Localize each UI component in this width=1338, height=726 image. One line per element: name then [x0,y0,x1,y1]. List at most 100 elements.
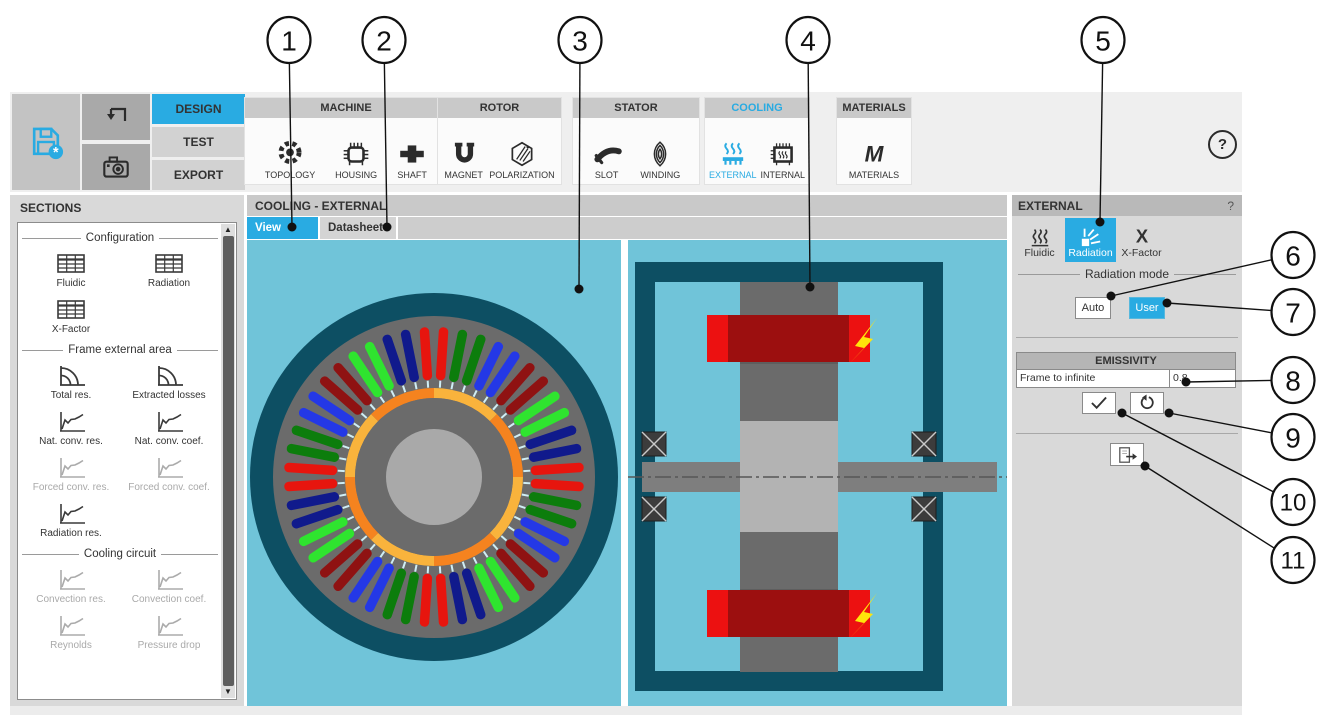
curve-icon [60,504,85,524]
toolbar-item-label: WINDING [640,170,681,180]
table-icon [57,300,85,319]
sections-item-label: Radiation res. [40,528,102,539]
svg-text:9: 9 [1285,423,1301,454]
scroll-down-icon[interactable]: ▼ [221,686,235,698]
sections-item-radiation[interactable]: Radiation [120,247,218,293]
sections-item-radiation-res[interactable]: Radiation res. [22,497,120,543]
svg-text:X: X [1135,225,1148,246]
motor-radial-drawing [250,293,618,661]
sections-title: SECTIONS [20,201,82,215]
shaft-icon [400,145,424,163]
radial-cross-section-view[interactable] [247,240,621,706]
sections-item-pressure-drop: Pressure drop [120,609,218,655]
callout-11: 11 [1270,535,1316,585]
help-button[interactable]: ? [1208,130,1237,159]
svg-text:5: 5 [1095,26,1111,57]
sections-item-label: Reynolds [50,640,92,651]
group-title: MATERIALS [837,98,911,118]
emissivity-table: EMISSIVITY Frame to infinite 0.8 [1016,352,1236,388]
toolbar-group-rotor: ROTOR MAGNET POLARIZATION [437,97,562,185]
motor-axial-drawing [628,262,1007,691]
sections-item-fluidic[interactable]: Fluidic [22,247,120,293]
tab-radiation[interactable]: Radiation [1065,218,1116,262]
svg-text:11: 11 [1281,548,1306,575]
toolbar-item-cooling-internal[interactable]: INTERNAL [760,139,805,180]
sections-item-extracted-losses[interactable]: Extracted losses [120,359,218,405]
sections-scrollbar[interactable]: ▲ ▼ [221,224,235,698]
toolbar-item-housing[interactable]: HOUSING [335,139,377,180]
radiation-mode-auto-button[interactable]: Auto [1075,297,1111,319]
emissivity-row-label: Frame to infinite [1020,372,1096,384]
tab-x-factor[interactable]: X X-Factor [1116,218,1167,262]
sections-item-nat-conv-res[interactable]: Nat. conv. res. [22,405,120,451]
main-view-header: COOLING - EXTERNAL [247,195,1007,216]
tab-datasheet[interactable]: Datasheet [320,217,398,239]
toolbar-item-cooling-external[interactable]: EXTERNAL [709,139,757,180]
group-title: COOLING [705,98,809,118]
housing-icon [343,142,369,166]
check-icon [1091,396,1107,410]
sections-item-label: Fluidic [56,278,86,289]
tab-view[interactable]: View [247,217,320,239]
export-mode-button[interactable]: EXPORT [152,160,245,190]
radiation-mode-user-button[interactable]: User [1129,297,1165,319]
curve-icon [60,616,85,636]
main-toolbar: * DESIGN TEST EXPORT MACHINE TOPOLOGY HO… [10,92,1242,192]
callout-9: 9 [1270,412,1316,462]
axial-cross-section-view[interactable] [628,240,1007,706]
toolbar-group-materials: MATERIALS M MATERIALS [836,97,912,185]
restore-button[interactable] [1130,392,1164,414]
undo-button[interactable] [82,94,150,140]
sections-item-label: Nat. conv. res. [39,436,103,447]
toolbar-item-topology[interactable]: TOPOLOGY [265,139,315,180]
panel-help-button[interactable]: ? [1227,199,1234,213]
svg-text:2: 2 [376,26,392,57]
toolbar-item-winding[interactable]: WINDING [640,139,680,180]
sections-item-convection-res: Convection res. [22,563,120,609]
emissivity-value-field[interactable]: 0.8 [1169,370,1235,387]
export-datasheet-button[interactable] [1110,443,1144,466]
sections-item-total-res[interactable]: Total res. [22,359,120,405]
svg-text:6: 6 [1285,241,1301,272]
apply-button[interactable] [1082,392,1116,414]
toolbar-item-materials[interactable]: M MATERIALS [849,139,899,181]
toolbar-item-polarization[interactable]: POLARIZATION [489,139,555,180]
radiation-icon [1081,228,1100,247]
toolbar-item-magnet[interactable]: MAGNET [444,139,483,180]
tab-label: Radiation [1068,247,1113,259]
tab-label: Fluidic [1024,247,1055,259]
scroll-up-icon[interactable]: ▲ [221,224,235,236]
toolbar-group-machine: MACHINE TOPOLOGY HOUSING SHAFT [244,97,448,185]
sections-item-label: Convection coef. [131,594,207,605]
test-mode-button[interactable]: TEST [152,127,245,157]
curve-icon [60,570,85,590]
sections-item-x-factor[interactable]: X-Factor [22,293,120,339]
sections-listbox: Configuration Fluidic Radiation X-Factor Fra… [17,222,237,700]
table-row: Frame to infinite 0.8 [1017,369,1235,387]
screenshot-button[interactable] [82,144,150,190]
curve-icon [60,458,85,478]
scroll-thumb[interactable] [222,236,234,686]
callout-6: 6 [1270,230,1316,280]
toolbar-item-slot[interactable]: SLOT [592,139,622,180]
sections-item-nat-conv-coef[interactable]: Nat. conv. coef. [120,405,218,451]
sections-item-label: Forced conv. res. [32,482,110,493]
table-icon [155,254,183,273]
external-properties-panel: EXTERNAL ? Fluidic Radiation X X-Factor … [1012,195,1242,706]
fluxmotor-cooling-window: * DESIGN TEST EXPORT MACHINE TOPOLOGY HO… [0,0,1338,726]
design-mode-button[interactable]: DESIGN [152,94,245,124]
tab-label: X-Factor [1121,247,1162,259]
svg-text:8: 8 [1285,366,1301,397]
group-title: MACHINE [245,98,447,118]
toolbar-item-label: SHAFT [397,170,427,180]
sections-item-label: Convection res. [36,594,106,605]
svg-text:1: 1 [281,26,297,57]
slot-icon [594,147,622,165]
toolbar-item-shaft[interactable]: SHAFT [397,139,427,180]
tab-fluidic[interactable]: Fluidic [1014,218,1065,262]
magnet-icon [454,142,474,163]
callout-10: 10 [1270,477,1316,527]
topology-icon [278,140,302,164]
callout-7: 7 [1270,287,1316,337]
save-button[interactable]: * [12,94,80,190]
